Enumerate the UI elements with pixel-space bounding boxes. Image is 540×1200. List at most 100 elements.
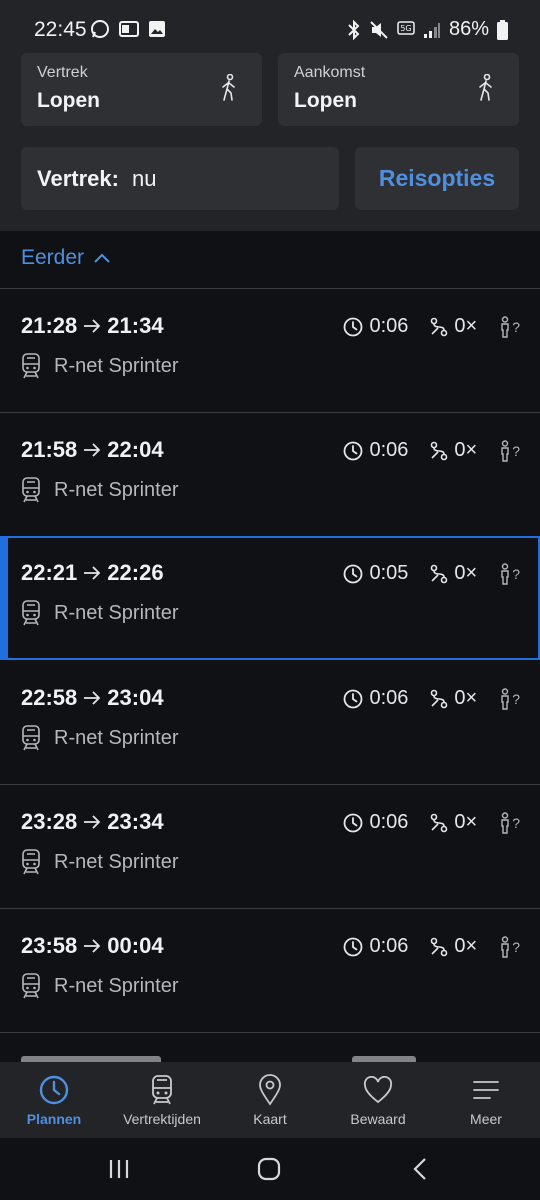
earlier-label: Eerder: [21, 246, 85, 269]
trip-meta: 0:06 0× ?: [343, 935, 520, 958]
next-trip-partial[interactable]: [0, 1032, 540, 1062]
whatsapp-icon: [91, 20, 109, 38]
arrival-time: 23:04: [107, 685, 164, 710]
service-name: R-net Sprinter: [54, 974, 179, 997]
crowd-indicator: ?: [512, 814, 520, 831]
home-icon[interactable]: [257, 1157, 281, 1181]
trip-row[interactable]: 23:58 00:04 R-net Sprinter 0:06 0× ?: [0, 909, 540, 1032]
train-icon: [22, 973, 40, 999]
nav-bewaard[interactable]: Bewaard: [324, 1062, 432, 1138]
service-name: R-net Sprinter: [54, 726, 179, 749]
transfer-icon: [431, 564, 448, 583]
crowd-indicator: ?: [512, 565, 520, 582]
departure-location-field[interactable]: Vertrek Lopen: [21, 53, 262, 126]
nav-plannen[interactable]: Plannen: [0, 1062, 108, 1138]
crowd-indicator: ?: [512, 938, 520, 955]
travel-options-button[interactable]: Reisopties: [355, 147, 519, 210]
trip-times: 22:21 22:26: [21, 560, 164, 586]
trip-meta: 0:06 0× ?: [343, 439, 520, 462]
map-pin-icon: [259, 1074, 281, 1106]
arrow-right-icon: [84, 443, 101, 457]
arrival-time: 21:34: [107, 313, 164, 338]
trip-meta: 0:06 0× ?: [343, 811, 520, 834]
trip-duration: 0:06: [369, 811, 409, 833]
departure-time: 21:58: [21, 437, 78, 462]
trip-times: 23:58 00:04: [21, 933, 164, 959]
arrival-location-value: Lopen: [294, 89, 357, 112]
departure-location-value: Lopen: [37, 89, 100, 112]
trip-meta: 0:06 0× ?: [343, 687, 520, 710]
crowd-indicator: ?: [512, 318, 520, 335]
nav-label: Kaart: [253, 1111, 287, 1127]
arrow-right-icon: [84, 691, 101, 705]
nav-kaart[interactable]: Kaart: [216, 1062, 324, 1138]
crowd-indicator: ?: [512, 442, 520, 459]
trip-service: R-net Sprinter: [21, 725, 179, 751]
trip-row[interactable]: 21:28 21:34 R-net Sprinter 0:06 0× ?: [0, 289, 540, 412]
train-icon: [22, 849, 40, 875]
arrival-location-field[interactable]: Aankomst Lopen: [278, 53, 519, 126]
person-icon: [501, 935, 509, 958]
clock-icon: [344, 689, 363, 708]
nav-label: Meer: [470, 1111, 502, 1127]
clock-icon: [344, 564, 363, 583]
trip-row[interactable]: 22:21 22:26 R-net Sprinter 0:05 0× ?: [0, 536, 540, 660]
nav-label: Vertrektijden: [123, 1111, 201, 1127]
person-icon: [501, 315, 509, 338]
arrival-location-label: Aankomst: [294, 64, 366, 81]
back-icon[interactable]: [412, 1157, 428, 1181]
clock-icon: [344, 813, 363, 832]
nav-vertrektijden[interactable]: Vertrektijden: [108, 1062, 216, 1138]
nav-label: Plannen: [26, 1111, 82, 1127]
status-bar: 22:45 5G 86%: [0, 0, 540, 44]
trip-row[interactable]: 22:58 23:04 R-net Sprinter 0:06 0× ?: [0, 661, 540, 784]
nav-label: Bewaard: [350, 1111, 406, 1127]
train-icon: [22, 353, 40, 379]
system-navigation-bar: [0, 1138, 540, 1200]
earlier-trips-button[interactable]: Eerder: [21, 246, 110, 270]
service-name: R-net Sprinter: [54, 850, 179, 873]
chevron-up-icon: [94, 253, 110, 263]
gallery-icon: [149, 21, 165, 37]
trip-service: R-net Sprinter: [21, 477, 179, 503]
crowd-indicator: ?: [512, 690, 520, 707]
heart-icon: [363, 1076, 393, 1104]
trip-transfers: 0×: [454, 935, 478, 957]
mute-icon: [370, 20, 388, 39]
trip-meta: 0:05 0× ?: [343, 562, 520, 585]
train-icon: [22, 725, 40, 751]
5g-icon: 5G: [397, 20, 415, 35]
walking-icon: [479, 74, 492, 101]
departure-time: 23:28: [21, 809, 78, 834]
trip-meta: 0:06 0× ?: [343, 315, 520, 338]
departure-time: 22:21: [21, 560, 78, 585]
trip-service: R-net Sprinter: [21, 973, 179, 999]
bluetooth-icon: [348, 19, 360, 40]
trip-transfers: 0×: [454, 687, 478, 709]
clock-icon: [344, 317, 363, 336]
trip-transfers: 0×: [454, 562, 478, 584]
person-icon: [501, 562, 509, 585]
trip-service: R-net Sprinter: [21, 353, 179, 379]
clock-icon: [344, 937, 363, 956]
outlook-icon: [119, 21, 139, 37]
service-name: R-net Sprinter: [54, 601, 179, 624]
trip-transfers: 0×: [454, 315, 478, 337]
departure-time: 21:28: [21, 313, 78, 338]
departure-time: 22:58: [21, 685, 78, 710]
trip-duration: 0:06: [369, 935, 409, 957]
transfer-icon: [431, 937, 448, 956]
departure-time-label: Vertrek:: [37, 166, 119, 191]
transfer-icon: [431, 441, 448, 460]
arrival-time: 00:04: [107, 933, 164, 958]
trip-duration: 0:06: [369, 439, 409, 461]
departure-time-field[interactable]: Vertrek: nu: [21, 147, 339, 210]
transfer-icon: [431, 689, 448, 708]
trip-row[interactable]: 23:28 23:34 R-net Sprinter 0:06 0× ?: [0, 785, 540, 908]
trip-row[interactable]: 21:58 22:04 R-net Sprinter 0:06 0× ?: [0, 413, 540, 536]
menu-icon: [473, 1081, 499, 1099]
nav-meer[interactable]: Meer: [432, 1062, 540, 1138]
service-name: R-net Sprinter: [54, 354, 179, 377]
recent-apps-icon[interactable]: [108, 1158, 130, 1180]
arrival-time: 22:26: [107, 560, 164, 585]
